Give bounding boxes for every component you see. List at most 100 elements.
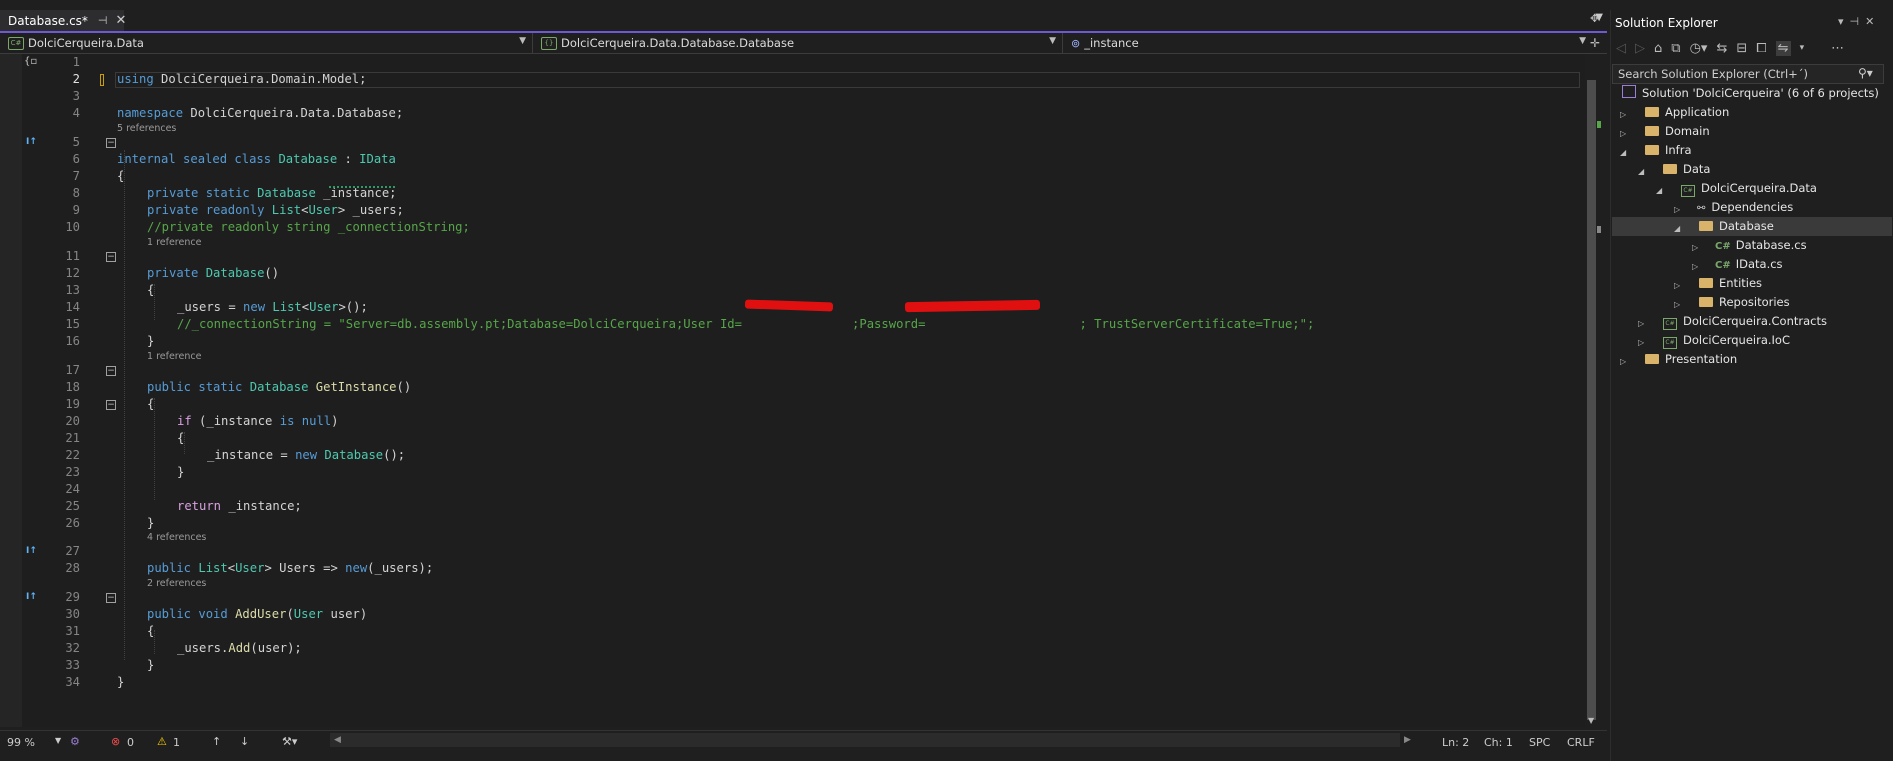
line-number: 10	[65, 220, 80, 234]
expand-arrow-icon[interactable]: ▷	[1620, 110, 1626, 119]
back-icon[interactable]: ◁	[1616, 41, 1626, 56]
folder-icon	[1645, 145, 1659, 155]
tree-item-label: DolciCerqueira.Data	[1701, 181, 1817, 195]
folder-icon	[1645, 354, 1659, 364]
scroll-down-icon[interactable]: ▼	[1588, 716, 1594, 725]
close-icon[interactable]: ✕	[116, 13, 127, 28]
history-icon[interactable]: ◷▾	[1690, 41, 1708, 56]
warning-icon[interactable]: ⚠	[157, 735, 167, 748]
line-number: 28	[65, 561, 80, 575]
line-number: 34	[65, 675, 80, 689]
collapse-arrow-icon[interactable]: ◢	[1674, 224, 1680, 233]
tree-item-presentation[interactable]: Presentation	[1645, 350, 1737, 369]
zoom-level[interactable]: 99 %	[7, 736, 35, 749]
line-ending-indicator[interactable]: CRLF	[1567, 736, 1595, 749]
project-dropdown[interactable]: C# DolciCerqueira.Data ▼	[0, 33, 533, 53]
show-all-files-icon[interactable]: ⧠	[1756, 41, 1766, 56]
punctuation: <	[227, 561, 236, 575]
punctuation: (_users);	[367, 561, 434, 575]
type-name: List	[198, 561, 228, 575]
scroll-left-icon[interactable]: ◀	[334, 735, 341, 745]
tree-item-label: Application	[1665, 105, 1730, 119]
collapse-arrow-icon[interactable]: ◢	[1638, 167, 1644, 176]
navigation-bar: C# DolciCerqueira.Data ▼ {} DolciCerquei…	[0, 33, 1607, 54]
tree-item-project-ioc[interactable]: C# DolciCerqueira.IoC	[1663, 331, 1790, 350]
tree-item-infra[interactable]: Infra	[1645, 141, 1692, 160]
code-line: private static Database _instance;	[0, 168, 1588, 200]
panel-window-controls[interactable]: ▾⊣✕	[1838, 15, 1880, 28]
chevron-down-icon: ▼	[519, 36, 526, 46]
next-issue-icon[interactable]: ↓	[240, 735, 249, 748]
sync-icon[interactable]: ⇆	[1716, 41, 1727, 56]
tree-item-idata-cs[interactable]: C# IData.cs	[1715, 255, 1783, 274]
tree-item-repositories[interactable]: Repositories	[1699, 293, 1790, 312]
search-icon[interactable]: ⚲▾	[1858, 66, 1873, 80]
scroll-right-icon[interactable]: ▶	[1404, 735, 1411, 745]
expand-arrow-icon[interactable]: ▷	[1638, 338, 1644, 347]
switch-views-icon[interactable]: ⧉	[1671, 41, 1680, 56]
expand-arrow-icon[interactable]: ▷	[1638, 319, 1644, 328]
forward-icon[interactable]: ▷	[1635, 41, 1645, 56]
tree-item-label: Data	[1683, 162, 1711, 176]
tree-item-solution[interactable]: Solution 'DolciCerqueira' (6 of 6 projec…	[1622, 84, 1879, 103]
warning-count[interactable]: 1	[173, 736, 180, 749]
line-number: 26	[65, 516, 80, 530]
tab-database-cs[interactable]: Database.cs* ⊣ ✕	[0, 10, 127, 31]
expand-arrow-icon[interactable]: ▷	[1692, 243, 1698, 252]
expand-arrow-icon[interactable]: ▷	[1674, 281, 1680, 290]
tree-item-project-data[interactable]: C# DolciCerqueira.Data	[1681, 179, 1817, 198]
line-number: 16	[65, 334, 80, 348]
folder-icon	[1699, 278, 1713, 288]
tree-item-label: Presentation	[1665, 352, 1738, 366]
line-indicator[interactable]: Ln: 2	[1442, 736, 1469, 749]
folder-icon	[1699, 221, 1713, 231]
close-icon[interactable]: ✕	[1865, 15, 1880, 28]
code-cleanup-icon[interactable]: ⚙	[70, 735, 80, 748]
member-dropdown[interactable]: ⊚ _instance ▼	[1063, 33, 1592, 53]
tree-item-database-folder[interactable]: Database	[1699, 217, 1774, 236]
tree-item-data[interactable]: Data	[1663, 160, 1710, 179]
horizontal-scrollbar[interactable]	[330, 733, 1400, 747]
tree-item-dependencies[interactable]: ⚯ Dependencies	[1697, 198, 1793, 217]
tree-item-project-contracts[interactable]: C# DolciCerqueira.Contracts	[1663, 312, 1827, 331]
chevron-down-icon[interactable]: ▾	[1838, 15, 1850, 28]
tree-item-label: DolciCerqueira.Contracts	[1683, 314, 1827, 328]
split-window-icon[interactable]: ✛	[1590, 36, 1600, 50]
collapse-all-icon[interactable]: ⊟	[1736, 41, 1747, 56]
chevron-down-icon[interactable]: ▼	[55, 736, 61, 745]
chevron-down-icon[interactable]: ▾	[1800, 43, 1805, 53]
tree-item-entities[interactable]: Entities	[1699, 274, 1762, 293]
solution-search-input[interactable]: Search Solution Explorer (Ctrl+´)	[1612, 64, 1884, 84]
brace: }	[147, 334, 155, 348]
type-dropdown[interactable]: {} DolciCerqueira.Data.Database.Database…	[533, 33, 1063, 53]
expand-arrow-icon[interactable]: ▷	[1674, 205, 1680, 214]
expand-arrow-icon[interactable]: ▷	[1674, 300, 1680, 309]
chevron-down-icon: ▼	[1049, 36, 1056, 46]
pin-icon[interactable]: ⊣	[1850, 15, 1866, 28]
dependencies-icon: ⚯	[1697, 203, 1706, 214]
tree-item-application[interactable]: Application	[1645, 103, 1729, 122]
pin-icon[interactable]: ⊣	[98, 14, 108, 27]
error-icon[interactable]: ⊗	[111, 735, 120, 748]
brush-icon[interactable]: ⚒▾	[282, 735, 297, 748]
more-icon[interactable]: ⋯	[1831, 41, 1844, 56]
track-active-item-icon[interactable]: ⇋	[1775, 40, 1791, 56]
tree-item-database-cs[interactable]: C# Database.cs	[1715, 236, 1807, 255]
collapse-arrow-icon[interactable]: ◢	[1656, 186, 1662, 195]
error-count[interactable]: 0	[127, 736, 134, 749]
code-line: using DolciCerqueira.Domain.Model;	[0, 54, 1588, 86]
expand-arrow-icon[interactable]: ▷	[1620, 129, 1626, 138]
home-icon[interactable]: ⌂	[1654, 41, 1662, 56]
previous-issue-icon[interactable]: ↑	[212, 735, 221, 748]
type-dropdown-label: DolciCerqueira.Data.Database.Database	[561, 36, 795, 50]
whitespace-indicator[interactable]: SPC	[1529, 736, 1550, 749]
char-indicator[interactable]: Ch: 1	[1484, 736, 1513, 749]
collapse-arrow-icon[interactable]: ◢	[1620, 148, 1626, 157]
scrollbar-thumb[interactable]	[1587, 80, 1596, 720]
settings-gear-icon[interactable]: ✥	[1590, 12, 1599, 25]
tree-item-domain[interactable]: Domain	[1645, 122, 1710, 141]
scrollbar-change-marker	[1597, 121, 1601, 128]
expand-arrow-icon[interactable]: ▷	[1620, 357, 1626, 366]
expand-arrow-icon[interactable]: ▷	[1692, 262, 1698, 271]
scrollbar-change-marker	[1597, 226, 1601, 233]
